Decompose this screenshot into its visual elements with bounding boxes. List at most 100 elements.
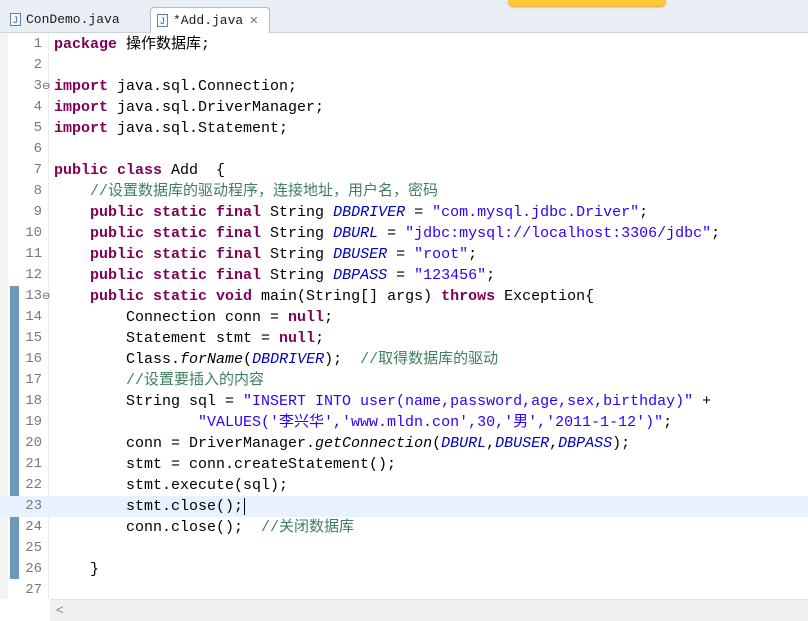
code-text: Class.forName(DBDRIVER); //取得数据库的驱动	[54, 349, 498, 370]
code-token: java.sql.DriverManager;	[117, 99, 325, 116]
code-line[interactable]: 22 stmt.execute(sql);	[0, 475, 808, 496]
code-token: main(String[] args)	[252, 288, 442, 305]
code-token: =	[405, 204, 433, 221]
code-line[interactable]: 20 conn = DriverManager.getConnection(DB…	[0, 433, 808, 454]
keyword-token: import	[54, 99, 118, 116]
code-line[interactable]: 19 "VALUES('李兴华','www.mldn.con',30,'男','…	[0, 412, 808, 433]
line-number: 22	[25, 477, 42, 493]
field-token: DBDRIVER	[252, 351, 325, 368]
field-token: DBURL	[333, 225, 379, 242]
code-text: conn.close(); //关闭数据库	[54, 517, 354, 538]
line-number: 21	[25, 456, 42, 472]
line-number: 27	[25, 582, 42, 598]
code-line[interactable]: 9 public static final String DBDRIVER = …	[0, 202, 808, 223]
keyword-token: package	[54, 36, 127, 53]
scroll-left-icon[interactable]: <	[56, 602, 64, 617]
code-token: conn = DriverManager.	[54, 435, 316, 452]
line-number: 14	[25, 309, 42, 325]
code-line[interactable]: 11 public static final String DBUSER = "…	[0, 244, 808, 265]
code-line[interactable]: 27	[0, 580, 808, 601]
code-text: package 操作数据库;	[54, 34, 210, 55]
code-line[interactable]: 12 public static final String DBPASS = "…	[0, 265, 808, 286]
keyword-token: public class	[54, 162, 172, 179]
string-token: "123456"	[414, 267, 487, 284]
line-number: 23	[25, 498, 42, 514]
code-line[interactable]: 26 }	[0, 559, 808, 580]
code-line[interactable]: 4 import java.sql.DriverManager;	[0, 97, 808, 118]
code-token: =	[378, 225, 406, 242]
code-token: }	[54, 561, 100, 578]
code-line[interactable]: 10 public static final String DBURL = "j…	[0, 223, 808, 244]
line-number: 1	[33, 36, 42, 52]
code-text: import java.sql.Statement;	[54, 118, 288, 139]
code-line[interactable]: 18 String sql = "INSERT INTO user(name,p…	[0, 391, 808, 412]
tab-add-java[interactable]: J *Add.java ✕	[150, 7, 270, 33]
code-token: ;	[663, 414, 673, 431]
code-text: //设置数据库的驱动程序，连接地址，用户名，密码	[54, 181, 438, 202]
horizontal-scrollbar[interactable]: <	[50, 599, 808, 621]
code-line[interactable]: 7 public class Add {	[0, 160, 808, 181]
tab-label: ConDemo.java	[26, 11, 120, 27]
code-line[interactable]: 13 ⊖ public static void main(String[] arg…	[0, 286, 808, 307]
tab-condemo-java[interactable]: J ConDemo.java	[4, 7, 144, 31]
code-line[interactable]: 14 Connection conn = null;	[0, 307, 808, 328]
code-token: );	[612, 435, 631, 452]
line-number: 13	[25, 288, 42, 304]
code-line[interactable]: 23 stmt.close();	[0, 496, 808, 517]
code-text: stmt = conn.createStatement();	[54, 454, 396, 475]
fold-toggle-icon[interactable]: ⊖	[42, 286, 50, 307]
string-token: "jdbc:mysql://localhost:3306/jdbc"	[405, 225, 712, 242]
code-text: stmt.close();	[54, 496, 246, 517]
code-token: stmt = conn.createStatement();	[54, 456, 397, 473]
code-token: Statement stmt =	[54, 330, 280, 347]
code-line[interactable]: 25	[0, 538, 808, 559]
code-text: Statement stmt = null;	[54, 328, 324, 349]
line-number: 16	[25, 351, 42, 367]
line-number: 15	[25, 330, 42, 346]
code-token: getConnection	[315, 435, 433, 452]
code-token: ;	[468, 246, 478, 263]
field-token: DBPASS	[558, 435, 613, 452]
code-line[interactable]: 16 Class.forName(DBDRIVER); //取得数据库的驱动	[0, 349, 808, 370]
close-tab-icon[interactable]: ✕	[249, 14, 258, 27]
line-number: 12	[25, 267, 42, 283]
code-line[interactable]: 8 //设置数据库的驱动程序，连接地址，用户名，密码	[0, 181, 808, 202]
line-number: 20	[25, 435, 42, 451]
code-token: java.sql.Connection;	[117, 78, 298, 95]
code-line[interactable]: 1 package 操作数据库;	[0, 34, 808, 55]
code-token: String sql =	[54, 393, 244, 410]
editor-tab-bar: J ConDemo.java J *Add.java ✕	[0, 0, 808, 33]
line-number: 4	[33, 99, 42, 115]
code-token: ;	[315, 330, 325, 347]
code-token: String	[261, 204, 334, 221]
code-line[interactable]: 6	[0, 139, 808, 160]
code-line[interactable]: 21 stmt = conn.createStatement();	[0, 454, 808, 475]
code-token: String	[261, 246, 334, 263]
code-line[interactable]: 3 ⊖ import java.sql.Connection;	[0, 76, 808, 97]
comment-token: //取得数据库的驱动	[360, 351, 499, 368]
code-line[interactable]: 17 //设置要插入的内容	[0, 370, 808, 391]
code-line[interactable]: 15 Statement stmt = null;	[0, 328, 808, 349]
field-token: DBPASS	[333, 267, 388, 284]
field-token: DBDRIVER	[333, 204, 406, 221]
code-line[interactable]: 24 conn.close(); //关闭数据库	[0, 517, 808, 538]
string-token: "root"	[414, 246, 469, 263]
code-token: (	[243, 351, 253, 368]
code-line[interactable]: 2	[0, 55, 808, 76]
code-line[interactable]: 5 import java.sql.Statement;	[0, 118, 808, 139]
code-token: );	[324, 351, 361, 368]
code-token: conn.close();	[54, 519, 262, 536]
code-text: import java.sql.Connection;	[54, 76, 297, 97]
code-token: String	[261, 267, 334, 284]
keyword-token: null	[279, 330, 316, 347]
code-text: public static final String DBURL = "jdbc…	[54, 223, 720, 244]
fold-toggle-icon[interactable]: ⊖	[42, 76, 50, 97]
string-token: "INSERT INTO user(name,password,age,sex,…	[243, 393, 694, 410]
keyword-token: public static final	[90, 204, 262, 221]
line-number: 19	[25, 414, 42, 430]
code-text: }	[54, 559, 99, 580]
line-number: 25	[25, 540, 42, 556]
